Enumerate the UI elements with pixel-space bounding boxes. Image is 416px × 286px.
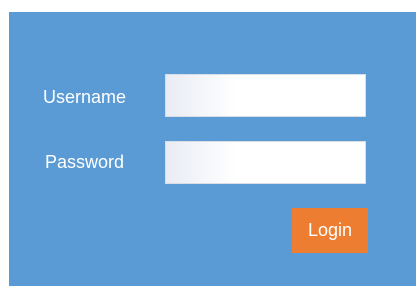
username-field[interactable] <box>165 74 366 117</box>
password-field[interactable] <box>165 141 366 184</box>
password-label: Password <box>45 152 125 172</box>
page: Username Password Login <box>0 0 416 286</box>
login-button[interactable]: Login <box>292 208 368 253</box>
username-label: Username <box>43 87 127 107</box>
